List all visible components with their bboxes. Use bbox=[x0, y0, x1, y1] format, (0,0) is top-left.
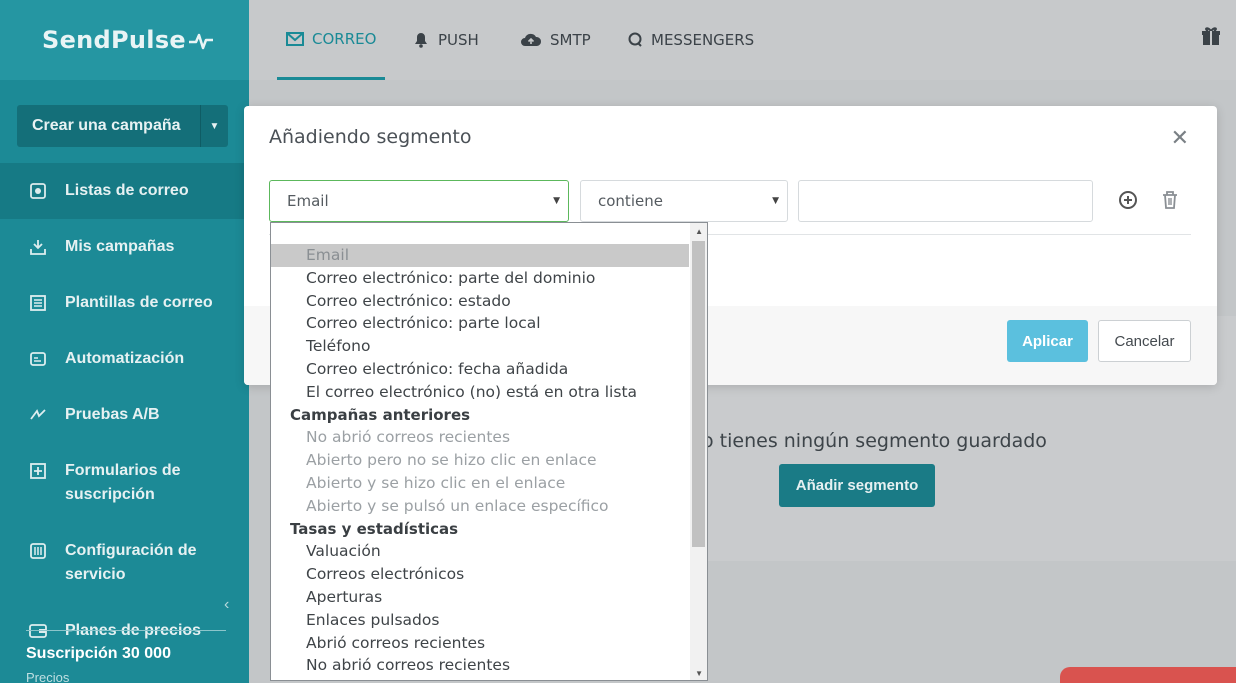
sidebar-nav: Listas de correo Mis campañas Plantillas… bbox=[0, 163, 249, 659]
dropdown-option[interactable]: Correo electrónico: estado bbox=[271, 290, 689, 313]
dropdown-option[interactable]: El correo electrónico (no) está en otra … bbox=[271, 381, 689, 404]
pricing-link[interactable]: Precios bbox=[26, 670, 69, 683]
bell-icon bbox=[412, 32, 430, 48]
sidebar-item-label: Formularios de suscripción bbox=[65, 462, 181, 503]
logo-bar: SendPulse bbox=[0, 0, 249, 80]
dropdown-option[interactable]: Abrió correos recientes bbox=[271, 632, 689, 655]
top-nav: CORREO PUSH SMTP MESSENGERS bbox=[249, 0, 1236, 80]
caret-down-icon[interactable]: ▼ bbox=[200, 105, 228, 147]
add-segment-button[interactable]: Añadir segmento bbox=[779, 464, 935, 507]
field-select[interactable]: Email ▼ bbox=[269, 180, 569, 222]
tab-label: PUSH bbox=[438, 31, 479, 49]
tab-label: CORREO bbox=[312, 29, 377, 48]
tab-smtp[interactable]: SMTP bbox=[520, 0, 591, 80]
sidebar-item-label: Planes de precios bbox=[65, 622, 202, 639]
dropdown-option[interactable]: Correo electrónico: fecha añadida bbox=[271, 358, 689, 381]
sidebar-item-label: Pruebas A/B bbox=[65, 406, 160, 423]
template-icon bbox=[28, 291, 48, 315]
dropdown-option[interactable]: No abrió correos recientes bbox=[271, 654, 689, 677]
sidebar-item-label: Listas de correo bbox=[65, 182, 189, 199]
sidebar-item-label: Configuración de servicio bbox=[65, 542, 197, 583]
mail-icon bbox=[286, 31, 304, 46]
trash-icon[interactable] bbox=[1161, 190, 1179, 215]
close-icon[interactable]: ✕ bbox=[1171, 126, 1189, 151]
dropdown-option[interactable]: Correos electrónicos bbox=[271, 563, 689, 586]
dropdown-option[interactable]: Valuación bbox=[271, 540, 689, 563]
sidebar-item-label: Plantillas de correo bbox=[65, 294, 213, 311]
list-icon bbox=[28, 179, 48, 203]
sidebar-item-configuracion[interactable]: Configuración de servicio bbox=[0, 523, 249, 603]
sidebar-item-pruebas-ab[interactable]: Pruebas A/B bbox=[0, 387, 249, 443]
gift-icon[interactable] bbox=[1202, 26, 1220, 51]
dropdown-option[interactable]: Email bbox=[271, 244, 689, 267]
scroll-down-icon[interactable]: ▼ bbox=[695, 669, 703, 678]
apply-button[interactable]: Aplicar bbox=[1007, 320, 1088, 362]
tab-label: MESSENGERS bbox=[651, 31, 755, 49]
logo[interactable]: SendPulse bbox=[42, 26, 214, 54]
chevron-down-icon: ▼ bbox=[772, 196, 779, 206]
modal-title: Añadiendo segmento bbox=[269, 126, 472, 148]
create-campaign-button[interactable]: Crear una campaña ▼ bbox=[17, 105, 228, 147]
settings-icon bbox=[28, 539, 48, 563]
tab-label: SMTP bbox=[550, 31, 591, 49]
scroll-up-icon[interactable]: ▲ bbox=[695, 227, 703, 236]
value-input[interactable] bbox=[798, 180, 1093, 222]
sidebar-item-plantillas[interactable]: Plantillas de correo bbox=[0, 275, 249, 331]
subscription-label[interactable]: Suscripción 30 000 bbox=[26, 645, 171, 663]
chat-icon bbox=[627, 32, 643, 48]
condition-select-value: contiene bbox=[598, 192, 663, 210]
field-select-value: Email bbox=[287, 192, 329, 210]
tab-push[interactable]: PUSH bbox=[412, 0, 479, 80]
sidebar: SendPulse Crear una campaña ▼ Listas de … bbox=[0, 0, 249, 683]
field-dropdown-list[interactable]: Email Correo electrónico: parte del domin… bbox=[270, 222, 708, 681]
sidebar-item-automatizacion[interactable]: Automatización bbox=[0, 331, 249, 387]
dropdown-option[interactable]: Teléfono bbox=[271, 335, 689, 358]
option-group-label: Campañas anteriores bbox=[290, 405, 471, 424]
condition-select[interactable]: contiene ▼ bbox=[580, 180, 788, 222]
chevron-down-icon: ▼ bbox=[553, 196, 560, 206]
divider bbox=[26, 630, 226, 631]
dropdown-option: Abierto y se hizo clic en el enlace bbox=[306, 473, 566, 492]
option-group-label: Tasas y estadísticas bbox=[290, 519, 459, 538]
scrollbar-thumb[interactable] bbox=[692, 241, 705, 547]
cancel-button[interactable]: Cancelar bbox=[1098, 320, 1191, 362]
dropdown-option: Abierto pero no se hizo clic en enlace bbox=[306, 451, 597, 470]
dropdown-option[interactable]: Correo electrónico: parte del dominio bbox=[271, 267, 689, 290]
dropdown-option[interactable]: Enlaces pulsados bbox=[271, 609, 689, 632]
sidebar-item-listas[interactable]: Listas de correo bbox=[0, 163, 249, 219]
add-condition-icon[interactable] bbox=[1118, 190, 1138, 215]
sidebar-item-campanas[interactable]: Mis campañas bbox=[0, 219, 249, 275]
cloud-icon bbox=[520, 32, 542, 48]
wallet-icon bbox=[28, 619, 48, 643]
chat-widget-button[interactable] bbox=[1060, 667, 1236, 683]
logo-text: SendPulse bbox=[42, 26, 186, 54]
sidebar-item-formularios[interactable]: Formularios de suscripción bbox=[0, 443, 249, 523]
create-campaign-label: Crear una campaña bbox=[32, 117, 181, 134]
empty-state-text: o tienes ningún segmento guardado bbox=[702, 430, 1047, 452]
tab-correo[interactable]: CORREO bbox=[277, 0, 385, 80]
form-icon bbox=[28, 459, 48, 483]
sidebar-item-label: Mis campañas bbox=[65, 238, 175, 255]
dropdown-option[interactable]: Correo electrónico: parte local bbox=[271, 312, 689, 335]
scrollbar[interactable]: ▲ ▼ bbox=[690, 223, 707, 680]
dropdown-option: Abierto y se pulsó un enlace específico bbox=[306, 496, 609, 515]
dropdown-option[interactable]: Aperturas bbox=[271, 586, 689, 609]
ab-test-icon bbox=[28, 403, 48, 427]
sidebar-item-label: Automatización bbox=[65, 350, 185, 367]
dropdown-options: Email Correo electrónico: parte del domin… bbox=[271, 244, 689, 677]
collapse-sidebar-icon[interactable]: ‹ bbox=[224, 596, 229, 614]
pulse-icon bbox=[189, 33, 213, 50]
campaign-icon bbox=[28, 235, 48, 259]
automation-icon bbox=[28, 347, 48, 371]
tab-messengers[interactable]: MESSENGERS bbox=[627, 0, 754, 80]
dropdown-option: No abrió correos recientes bbox=[306, 428, 511, 447]
